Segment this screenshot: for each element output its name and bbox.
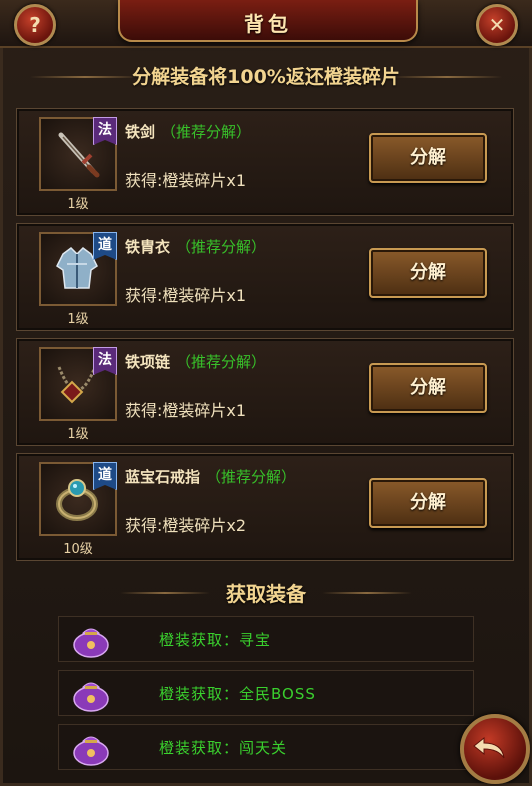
help-button[interactable]: ? — [14, 4, 56, 46]
back-button[interactable] — [460, 714, 530, 784]
item-name-text: 铁剑 — [125, 123, 156, 141]
reward-text: 获得:橙装碎片x1 — [125, 286, 247, 305]
recommend-label: （推荐分解） — [206, 468, 297, 486]
item-row: 法 1级 铁剑 （推荐分解） 获得:橙装碎片x1 分解 — [16, 108, 514, 216]
acquire-text: 橙装获取：全民BOSS — [159, 685, 316, 703]
recommend-label: （推荐分解） — [176, 238, 267, 256]
item-name: 蓝宝石戒指 （推荐分解） — [125, 466, 296, 487]
decompose-button[interactable]: 分解 — [369, 133, 487, 183]
treasure-bag-icon — [73, 736, 109, 766]
decompose-button[interactable]: 分解 — [369, 248, 487, 298]
header-bar: ? 背包 ✕ — [0, 0, 532, 48]
reward-text: 获得:橙装碎片x1 — [125, 401, 247, 420]
decompose-info-text: 分解装备将100%返还橙装碎片 — [132, 66, 400, 88]
item-name: 铁胄衣 （推荐分解） — [125, 236, 266, 257]
acquire-title: 获取装备 — [226, 582, 306, 606]
item-slot[interactable]: 法 — [39, 347, 117, 421]
item-name-text: 蓝宝石戒指 — [125, 468, 201, 486]
reward-text: 获得:橙装碎片x1 — [125, 171, 247, 190]
item-row: 法 1级 铁项链 （推荐分解） 获得:橙装碎片x1 分解 — [16, 338, 514, 446]
title-plate: 背包 — [118, 0, 418, 42]
treasure-bag-icon — [73, 682, 109, 712]
acquire-text: 橙装获取：闯天关 — [159, 739, 288, 757]
reward-text: 获得:橙装碎片x2 — [125, 516, 247, 535]
item-slot[interactable]: 道 — [39, 462, 117, 536]
item-row: 道 10级 蓝宝石戒指 （推荐分解） 获得:橙装碎片x2 分解 — [16, 453, 514, 561]
item-name: 铁剑 （推荐分解） — [125, 121, 251, 142]
item-row: 道 1级 铁胄衣 （推荐分解） 获得:橙装碎片x1 分解 — [16, 223, 514, 331]
item-level: 10级 — [63, 542, 93, 557]
page-title: 背包 — [244, 12, 292, 36]
item-slot[interactable]: 道 — [39, 232, 117, 306]
item-slot[interactable]: 法 — [39, 117, 117, 191]
item-name-text: 铁胄衣 — [125, 238, 171, 256]
item-level: 1级 — [67, 427, 89, 442]
item-name-text: 铁项链 — [125, 353, 171, 371]
acquire-row[interactable]: 橙装获取：闯天关 — [58, 724, 474, 770]
decompose-button[interactable]: 分解 — [369, 363, 487, 413]
class-tag: 道 — [93, 462, 117, 490]
class-tag: 法 — [93, 117, 117, 145]
recommend-label: （推荐分解） — [176, 353, 267, 371]
item-level: 1级 — [67, 312, 89, 327]
acquire-text: 橙装获取：寻宝 — [159, 631, 272, 649]
recommend-label: （推荐分解） — [161, 123, 252, 141]
item-level: 1级 — [67, 197, 89, 212]
treasure-bag-icon — [73, 628, 109, 658]
class-tag: 道 — [93, 232, 117, 260]
decompose-button[interactable]: 分解 — [369, 478, 487, 528]
item-name: 铁项链 （推荐分解） — [125, 351, 266, 372]
class-tag: 法 — [93, 347, 117, 375]
return-arrow-icon — [473, 736, 505, 759]
close-button[interactable]: ✕ — [476, 4, 518, 46]
acquire-row[interactable]: 橙装获取：寻宝 — [58, 616, 474, 662]
acquire-row[interactable]: 橙装获取：全民BOSS — [58, 670, 474, 716]
